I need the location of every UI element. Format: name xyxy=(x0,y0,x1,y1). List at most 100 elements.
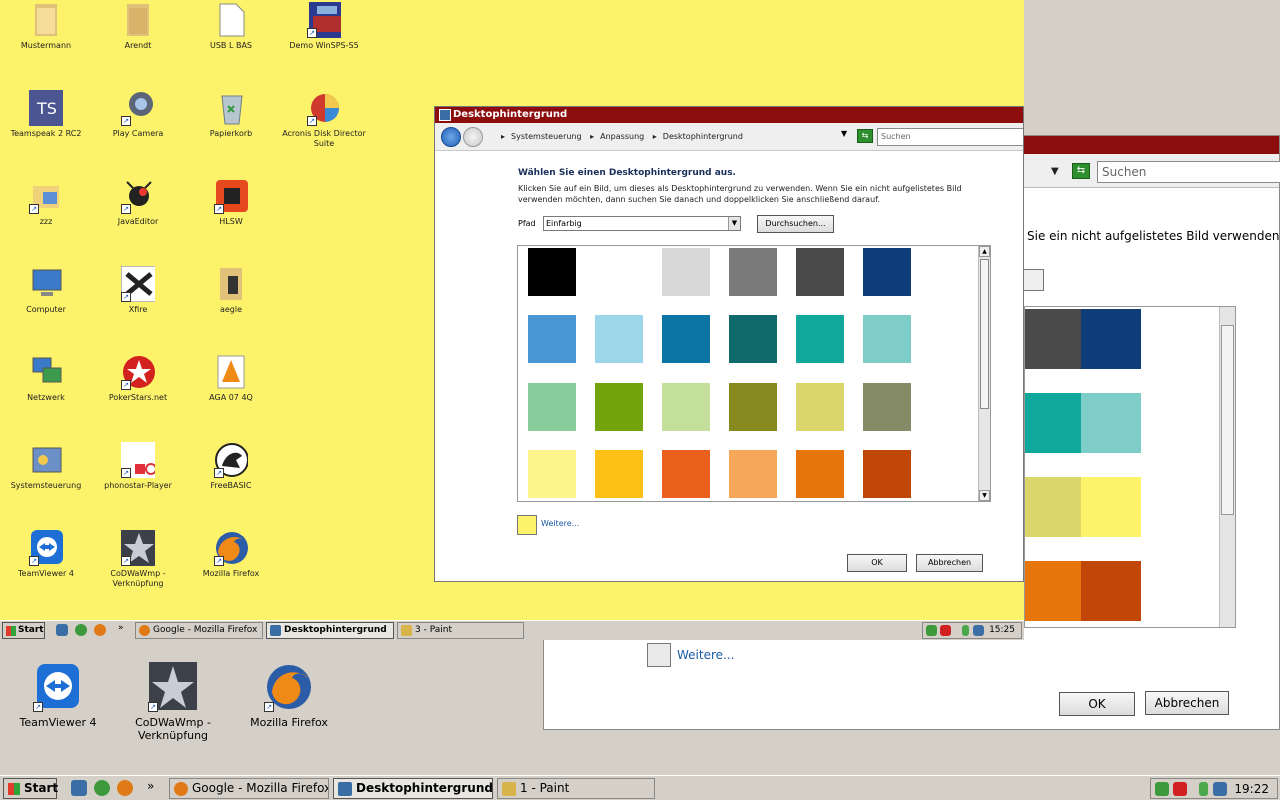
desktop-icon-mustermann[interactable]: Mustermann xyxy=(0,2,92,51)
network-tray-icon[interactable] xyxy=(973,625,984,636)
color-swatch[interactable] xyxy=(796,383,844,431)
color-swatch[interactable] xyxy=(1025,561,1085,621)
chevron-down-icon[interactable]: ▼ xyxy=(1051,166,1059,177)
desktop-icon-zzz[interactable]: ↗ zzz xyxy=(0,178,92,227)
color-swatch[interactable] xyxy=(796,315,844,363)
desktop-icon-demo-winsps[interactable]: ↗ Demo WinSPS-S5 xyxy=(278,2,370,51)
desktop-icon-acronis[interactable]: ↗ Acronis Disk Director Suite xyxy=(278,90,370,149)
clover-tray-icon[interactable] xyxy=(1155,782,1169,796)
color-swatch[interactable] xyxy=(1081,477,1141,537)
desktop-icon-xfire[interactable]: ↗ Xfire xyxy=(92,265,184,315)
show-desktop-icon[interactable] xyxy=(71,780,87,796)
desktop-icon-aegle[interactable]: aegle xyxy=(185,266,277,315)
scrollbar[interactable]: ▲ ▼ xyxy=(978,246,990,501)
color-swatch[interactable] xyxy=(662,248,710,296)
quicklaunch-more[interactable]: » xyxy=(147,779,154,793)
color-swatch[interactable] xyxy=(595,248,643,296)
color-swatch[interactable] xyxy=(595,450,643,498)
color-swatch[interactable] xyxy=(528,383,576,431)
ok-button[interactable]: OK xyxy=(847,554,907,572)
color-swatch[interactable] xyxy=(796,248,844,296)
scrollbar-thumb[interactable] xyxy=(980,259,989,409)
color-swatch[interactable] xyxy=(528,248,576,296)
taskbar-item-paint[interactable]: 3 - Paint xyxy=(397,622,524,639)
taskbar-item-firefox[interactable]: Google - Mozilla Firefox xyxy=(135,622,263,639)
color-swatch[interactable] xyxy=(1025,393,1085,453)
desktop-icon-teamviewer[interactable]: ↗ TeamViewer 4 xyxy=(0,530,92,579)
desktop-icon-pokerstars[interactable]: ↗ PokerStars.net xyxy=(92,354,184,403)
color-swatch[interactable] xyxy=(863,248,911,296)
antivirus-tray-icon[interactable] xyxy=(1173,782,1187,796)
start-button[interactable]: Start xyxy=(2,622,45,639)
quicklaunch-more[interactable]: » xyxy=(118,623,124,633)
clover-tray-icon[interactable] xyxy=(926,625,937,636)
color-swatch[interactable] xyxy=(1081,561,1141,621)
taskbar-item-firefox[interactable]: Google - Mozilla Firefox xyxy=(169,778,329,799)
scrollbar-thumb[interactable] xyxy=(1221,325,1234,515)
desktop-icon-teamspeak[interactable]: TS Teamspeak 2 RC2 xyxy=(0,90,92,139)
cancel-button[interactable]: Abbrechen xyxy=(916,554,983,572)
color-swatch[interactable] xyxy=(863,383,911,431)
chevron-down-icon[interactable]: ▼ xyxy=(728,217,740,230)
color-swatch[interactable] xyxy=(662,383,710,431)
taskbar-item-desktophintergrund[interactable]: Desktophintergrund xyxy=(333,778,493,799)
desktop-icon-usb-l-bas[interactable]: USB L BAS xyxy=(185,2,277,51)
clock[interactable]: 19:22 xyxy=(1234,782,1269,796)
desktop-icon-freebasic[interactable]: ↗ FreeBASIC xyxy=(185,442,277,491)
battery-tray-icon[interactable] xyxy=(962,625,969,636)
desktop-icon-codwawmp[interactable]: ↗ CoDWaWmp - Verknüpfung xyxy=(118,662,228,742)
color-swatch[interactable] xyxy=(863,450,911,498)
desktop-icon-phonostar[interactable]: ↗ phonostar-Player xyxy=(92,442,184,491)
dialog-titlebar[interactable]: Desktophintergrund xyxy=(435,107,1023,123)
path-select[interactable]: Einfarbig ▼ xyxy=(543,216,741,231)
firefox-icon[interactable] xyxy=(94,624,106,636)
taskbar-item-desktophintergrund[interactable]: Desktophintergrund xyxy=(266,622,394,639)
breadcrumb-item[interactable]: Anpassung xyxy=(600,132,644,141)
color-swatch[interactable] xyxy=(662,315,710,363)
scroll-down-arrow-icon[interactable]: ▼ xyxy=(979,490,990,501)
firefox-icon[interactable] xyxy=(117,780,133,796)
color-swatch[interactable] xyxy=(595,383,643,431)
breadcrumb-item[interactable]: Systemsteuerung xyxy=(511,132,582,141)
color-swatch[interactable] xyxy=(528,450,576,498)
color-swatch[interactable] xyxy=(1025,477,1085,537)
desktop-icon-aga-07-4q[interactable]: AGA 07 4Q xyxy=(185,354,277,403)
color-swatch[interactable] xyxy=(1081,309,1141,369)
clover-icon[interactable] xyxy=(94,780,110,796)
color-swatch[interactable] xyxy=(595,315,643,363)
forward-arrow-icon[interactable] xyxy=(463,127,483,147)
desktop-icon-systemsteuerung[interactable]: Systemsteuerung xyxy=(0,442,92,491)
desktop-icon-firefox[interactable]: ↗ Mozilla Firefox xyxy=(185,530,277,579)
antivirus-tray-icon[interactable] xyxy=(940,625,951,636)
color-swatch[interactable] xyxy=(1081,393,1141,453)
desktop-icon-teamviewer[interactable]: ↗ TeamViewer 4 xyxy=(3,662,113,729)
network-tray-icon[interactable] xyxy=(1213,782,1227,796)
color-swatch[interactable] xyxy=(796,450,844,498)
clock[interactable]: 15:25 xyxy=(989,625,1015,635)
scroll-up-arrow-icon[interactable]: ▲ xyxy=(979,246,990,257)
clover-icon[interactable] xyxy=(75,624,87,636)
start-button[interactable]: Start xyxy=(3,778,58,799)
desktop-icon-papierkorb[interactable]: Papierkorb xyxy=(185,90,277,139)
color-swatch[interactable] xyxy=(729,315,777,363)
breadcrumb-item[interactable]: Desktophintergrund xyxy=(663,132,743,141)
taskbar-item-paint[interactable]: 1 - Paint xyxy=(497,778,655,799)
desktop-icon-play-camera[interactable]: ↗ Play Camera xyxy=(92,90,184,139)
color-swatch[interactable] xyxy=(729,383,777,431)
desktop-icon-hlsw[interactable]: ↗ HLSW xyxy=(185,178,277,227)
color-swatch[interactable] xyxy=(863,315,911,363)
color-swatch[interactable] xyxy=(729,450,777,498)
desktop-icon-arendt[interactable]: Arendt xyxy=(92,2,184,51)
refresh-icon[interactable]: ⇆ xyxy=(1072,163,1090,179)
desktop-icon-javaeditor[interactable]: ↗ JavaEditor xyxy=(92,178,184,227)
desktop-icon-computer[interactable]: Computer xyxy=(0,266,92,315)
back-arrow-icon[interactable] xyxy=(441,127,461,147)
desktop-icon-firefox[interactable]: ↗ Mozilla Firefox xyxy=(234,662,344,729)
desktop-icon-codwawmp[interactable]: ↗ CoDWaWmp - Verknüpfung xyxy=(92,530,184,589)
refresh-icon[interactable]: ⇆ xyxy=(857,129,873,143)
desktop-icon-netzwerk[interactable]: Netzwerk xyxy=(0,354,92,403)
ok-button[interactable]: OK xyxy=(1059,692,1135,716)
color-swatch[interactable] xyxy=(662,450,710,498)
chevron-down-icon[interactable]: ▼ xyxy=(841,129,847,138)
browse-button[interactable]: Durchsuchen... xyxy=(757,215,834,233)
